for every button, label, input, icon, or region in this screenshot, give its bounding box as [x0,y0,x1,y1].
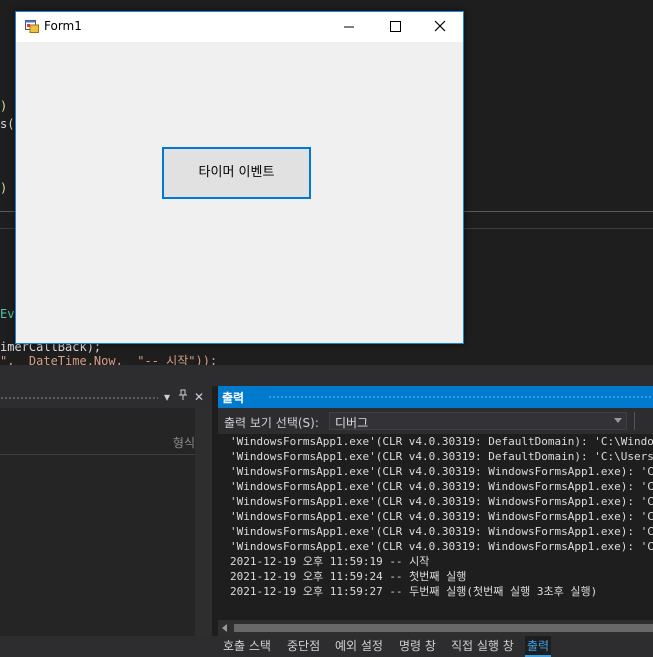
log-line: 'WindowsFormsApp1.exe'(CLR v4.0.30319: W… [230,510,653,523]
minimize-button[interactable] [326,12,372,42]
tab-output[interactable]: 출력 [525,636,552,657]
output-log[interactable]: 'WindowsFormsApp1.exe'(CLR v4.0.30319: D… [218,434,653,620]
toolbar-separator [634,412,635,430]
tool-window-tabs: 호출 스택 중단점 예외 설정 명령 창 직접 실행 창 출력 [0,636,653,657]
tab-breakpoints[interactable]: 중단점 [285,636,322,657]
close-button[interactable] [417,12,463,42]
output-title: 출력 [222,391,245,405]
minimize-icon [344,26,354,28]
code-line: ", DateTime.Now, "-- 시작")); [0,354,218,365]
log-line: 'WindowsFormsApp1.exe'(CLR v4.0.30319: D… [230,435,653,448]
log-line: 'WindowsFormsApp1.exe'(CLR v4.0.30319: W… [230,480,653,493]
column-header-type[interactable]: 형식 [0,434,195,454]
code-line: Ev [0,307,15,321]
chevron-down-icon [614,418,622,423]
watch-panel-titlebar: ▾ ✕ [0,386,212,408]
tab-exception-settings[interactable]: 예외 설정 [333,636,385,657]
log-line: 2021-12-19 오후 11:59:27 -- 두번째 실행(첫번째 실행 … [230,585,598,598]
log-line: 'WindowsFormsApp1.exe'(CLR v4.0.30319: D… [230,450,653,463]
output-source-label: 출력 보기 선택(S): [224,416,319,430]
close-icon [434,20,446,32]
header-divider [0,454,195,455]
log-line: 'WindowsFormsApp1.exe'(CLR v4.0.30319: W… [230,465,653,478]
tab-immediate-window[interactable]: 직접 실행 창 [449,636,516,657]
timer-event-button[interactable]: 타이머 이벤트 [162,147,311,199]
scroll-left-icon[interactable] [222,624,227,632]
drag-grip[interactable] [268,395,653,399]
vertical-scrollbar[interactable] [195,408,212,636]
form-titlebar[interactable]: Form1 [16,12,463,42]
drag-grip[interactable] [0,396,158,400]
tab-call-stack[interactable]: 호출 스택 [221,636,273,657]
output-source-select[interactable]: 디버그 [329,412,627,430]
form1-window: Form1 타이머 이벤트 [15,11,464,344]
log-line: 'WindowsFormsApp1.exe'(CLR v4.0.30319: W… [230,495,653,508]
output-source-value: 디버그 [335,416,369,430]
log-line: 'WindowsFormsApp1.exe'(CLR v4.0.30319: W… [230,525,653,538]
dropdown-arrow-icon[interactable]: ▾ [160,389,174,405]
log-line: 2021-12-19 오후 11:59:24 -- 첫번째 실행 [230,570,467,583]
form-title: Form1 [44,19,82,33]
close-icon[interactable]: ✕ [192,389,206,405]
watch-panel: ▾ ✕ 형식 [0,386,212,636]
log-line: 2021-12-19 오후 11:59:19 -- 시작 [230,555,430,568]
output-panel: 출력 출력 보기 선택(S): 디버그 'WindowsFormsApp1.ex… [218,386,653,636]
log-line: 'WindowsFormsApp1.exe'(CLR v4.0.30319: W… [230,540,653,553]
tab-command-window[interactable]: 명령 창 [397,636,438,657]
app-form-icon [25,20,39,33]
scrollbar-thumb[interactable] [234,624,653,632]
maximize-button[interactable] [372,12,418,42]
pin-icon[interactable] [176,389,190,405]
panel-splitter[interactable] [0,365,653,386]
output-toolbar: 출력 보기 선택(S): 디버그 [218,408,653,434]
output-titlebar: 출력 [218,386,653,408]
horizontal-scrollbar[interactable] [218,620,653,636]
maximize-icon [390,21,401,32]
